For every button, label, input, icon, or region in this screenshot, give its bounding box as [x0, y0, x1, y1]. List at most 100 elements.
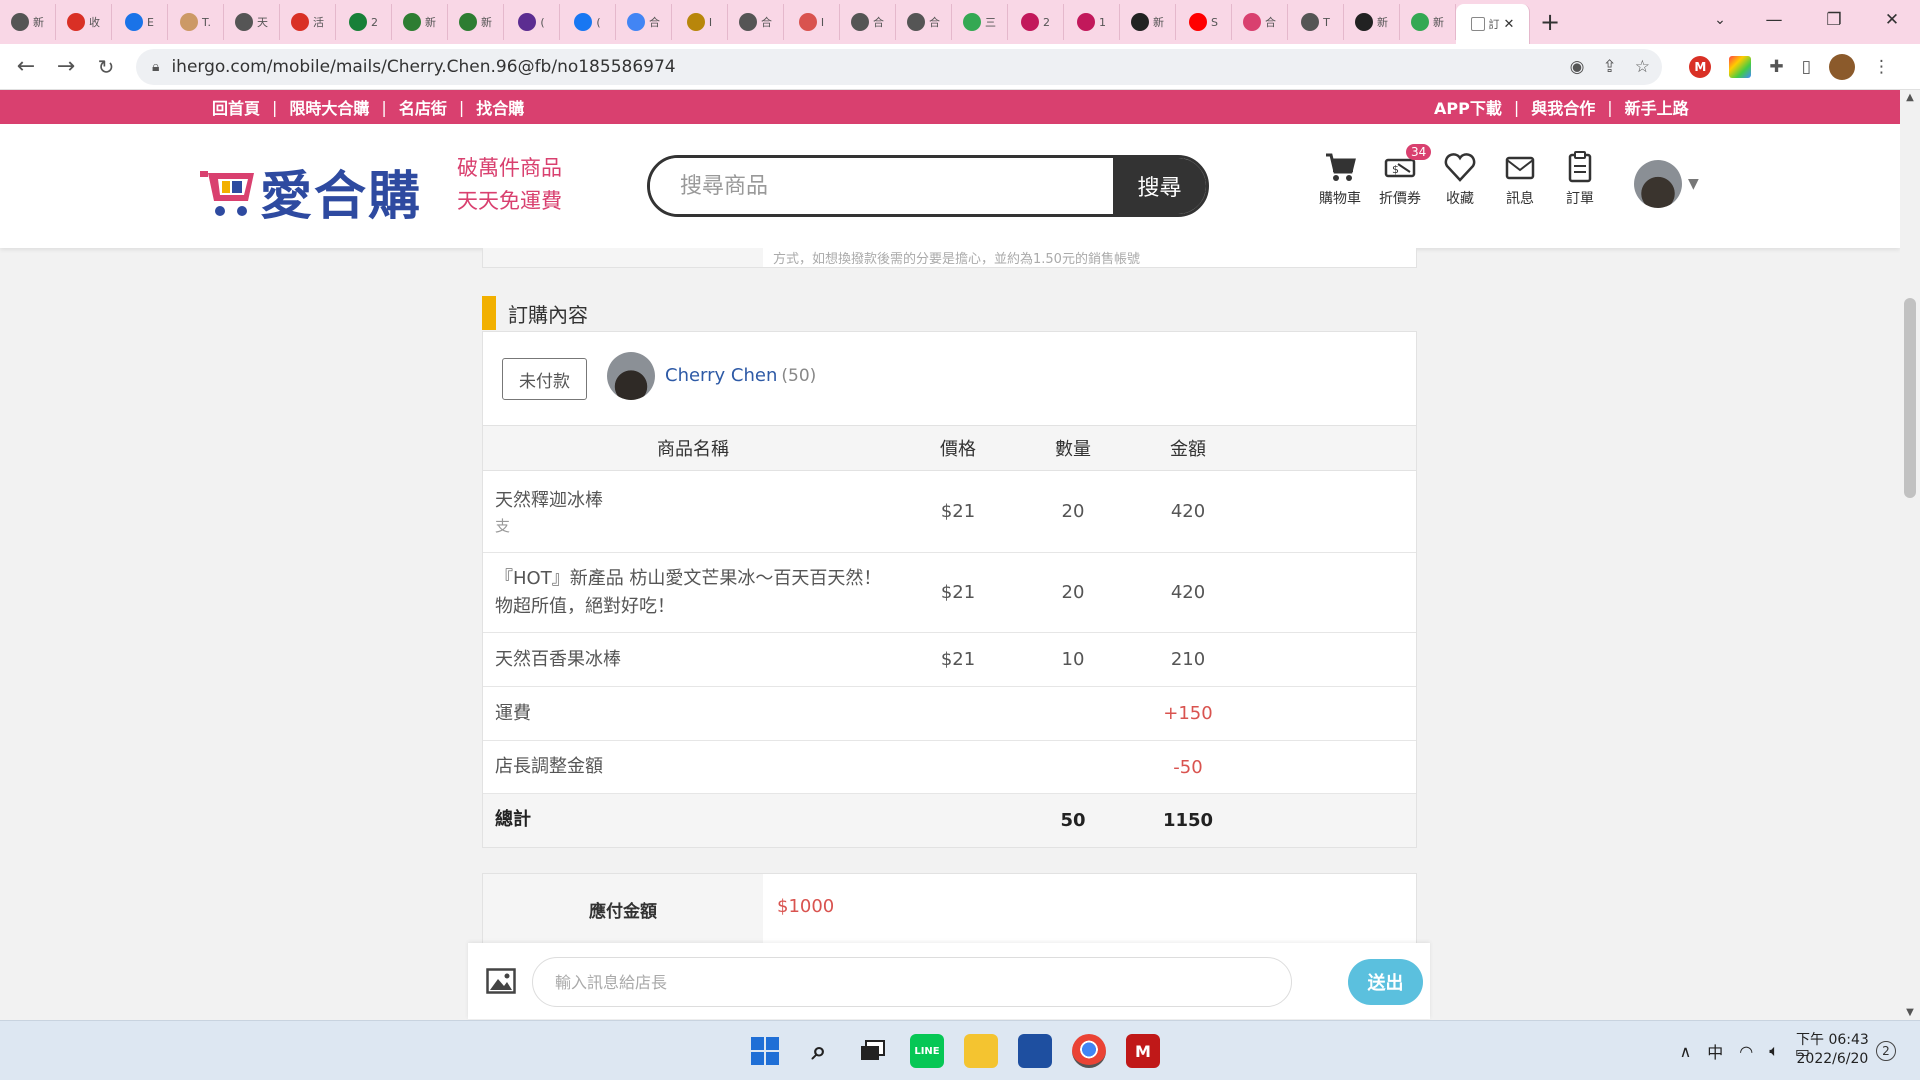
send-button[interactable]: 送出	[1348, 959, 1423, 1005]
mcafee-taskbar-icon[interactable]: M	[1126, 1034, 1160, 1068]
tab-search-chevron-icon[interactable]: ⌄	[1694, 0, 1746, 40]
side-panel-icon[interactable]: ▯	[1802, 57, 1811, 77]
site-logo[interactable]: 愛合購	[198, 154, 422, 229]
wifi-icon[interactable]: ◠	[1739, 1042, 1753, 1061]
top-nav-link[interactable]: 名店街	[399, 95, 447, 119]
browser-tab[interactable]: 活	[280, 4, 336, 40]
browser-tab[interactable]: 新	[392, 4, 448, 40]
close-tab-icon[interactable]: ✕	[1504, 17, 1515, 32]
spacer-cell	[1243, 552, 1416, 633]
scrollbar-thumb[interactable]	[1904, 298, 1916, 498]
browser-tab[interactable]: I	[784, 4, 840, 40]
tab-label: 合	[929, 16, 940, 29]
browser-tab[interactable]: 收	[56, 4, 112, 40]
messages-link[interactable]: 訊息	[1490, 150, 1550, 208]
message-input[interactable]	[532, 957, 1292, 1007]
volume-icon[interactable]: 🔈︎	[1769, 1041, 1779, 1061]
browser-tab[interactable]: T	[1288, 4, 1344, 40]
order-card: 未付款 Cherry Chen (50) 商品名稱 價格 數量 金額 天然釋迦冰棒…	[482, 331, 1417, 848]
tab-label: (	[596, 15, 601, 29]
payment-status-badge: 未付款	[502, 358, 587, 400]
user-menu-caret-icon[interactable]: ▼	[1688, 176, 1699, 192]
tab-active[interactable]: 訂 ✕	[1456, 4, 1530, 44]
top-nav-link[interactable]: 與我合作	[1531, 95, 1595, 119]
browser-tab[interactable]: 合	[616, 4, 672, 40]
browser-tab[interactable]: E	[112, 4, 168, 40]
browser-tab[interactable]: 新	[1400, 4, 1456, 40]
cart-link[interactable]: 購物車	[1310, 150, 1370, 208]
spacer-cell	[1243, 686, 1416, 741]
top-nav-link[interactable]: 新手上路	[1625, 95, 1689, 119]
restore-button[interactable]: ❐	[1808, 0, 1860, 40]
bookmark-star-icon[interactable]: ☆	[1635, 57, 1650, 77]
more-menu-icon[interactable]: ⋮	[1873, 57, 1890, 77]
buyer-link[interactable]: Cherry Chen (50)	[665, 365, 816, 386]
dark-icon	[1355, 13, 1373, 31]
mcafee-extension-icon[interactable]: M	[1689, 56, 1712, 78]
minimize-button[interactable]: —	[1748, 0, 1800, 40]
browser-tab[interactable]: 新	[448, 4, 504, 40]
close-window-button[interactable]: ✕	[1866, 0, 1918, 40]
browser-tab[interactable]: (	[560, 4, 616, 40]
top-nav-link[interactable]: 回首頁	[212, 95, 260, 119]
color-extension-icon[interactable]	[1729, 56, 1752, 78]
page-scrollbar[interactable]: ▲ ▼	[1900, 90, 1920, 1020]
top-nav-link[interactable]: APP下載	[1434, 95, 1502, 119]
adjust-label: 店長調整金額	[483, 740, 903, 794]
browser-tab[interactable]: 2	[1008, 4, 1064, 40]
browser-tab[interactable]: T.	[168, 4, 224, 40]
top-nav-link[interactable]: 限時大合購	[289, 95, 369, 119]
clock[interactable]: 下午 06:43 2022/6/20	[1796, 1031, 1869, 1069]
tab-list: 新 收 E T. 天 活 2 新 新 ((合 I 合 I 合 合 三 2 1 新 S 合 T 新 新	[0, 0, 1456, 44]
back-button[interactable]: ←	[6, 47, 46, 87]
scroll-down-icon[interactable]: ▼	[1900, 1007, 1920, 1018]
notification-badge[interactable]: 2	[1876, 1041, 1896, 1061]
search-button[interactable]: 搜尋	[1113, 158, 1206, 214]
share-icon[interactable]: ⇪	[1603, 57, 1617, 77]
file-explorer-icon[interactable]	[964, 1034, 998, 1068]
browser-tab[interactable]: 合	[1232, 4, 1288, 40]
store-icon[interactable]	[1018, 1034, 1052, 1068]
browser-tab[interactable]: I	[672, 4, 728, 40]
browser-tab[interactable]: 新	[0, 4, 56, 40]
url-field[interactable]: 🔒︎ ihergo.com/mobile/mails/Cherry.Chen.9…	[136, 49, 1662, 85]
browser-tab[interactable]: (	[504, 4, 560, 40]
ime-indicator[interactable]: 中	[1707, 1039, 1723, 1063]
search-input[interactable]	[650, 158, 1113, 214]
buyer-avatar[interactable]	[607, 352, 655, 400]
browser-tab[interactable]: 1	[1064, 4, 1120, 40]
browser-tab[interactable]: 合	[896, 4, 952, 40]
previous-info-card: 方式，如想換撥款後需的分要是擔心，並約為1.50元的銷售帳號	[482, 248, 1417, 268]
user-avatar[interactable]	[1634, 160, 1682, 208]
coupon-link[interactable]: $ 34 折價券	[1370, 144, 1432, 208]
reload-button[interactable]: ↻	[86, 47, 126, 87]
favorites-link[interactable]: 收藏	[1430, 150, 1490, 208]
browser-tab[interactable]: 合	[728, 4, 784, 40]
chrome-taskbar-icon[interactable]	[1072, 1034, 1106, 1068]
puzzle-extensions-icon[interactable]: ✚	[1769, 57, 1783, 77]
image-upload-icon[interactable]	[486, 968, 516, 994]
previous-info-text: 方式，如想換撥款後需的分要是擔心，並約為1.50元的銷售帳號	[773, 252, 1140, 267]
maps-icon	[963, 13, 981, 31]
tab-label: 合	[873, 16, 884, 29]
browser-tab[interactable]: 新	[1344, 4, 1400, 40]
start-button[interactable]	[748, 1034, 782, 1068]
top-nav-link[interactable]: 找合購	[476, 95, 524, 119]
task-view-icon[interactable]	[856, 1034, 890, 1068]
new-tab-button[interactable]: +	[1530, 4, 1570, 40]
browser-tab[interactable]: S	[1176, 4, 1232, 40]
browser-tab[interactable]: 2	[336, 4, 392, 40]
forward-button[interactable]: →	[46, 47, 86, 87]
line-app-icon[interactable]: LINE	[910, 1034, 944, 1068]
browser-tab[interactable]: 三	[952, 4, 1008, 40]
tray-expand-icon[interactable]: ∧	[1680, 1042, 1692, 1061]
orders-link[interactable]: 訂單	[1550, 150, 1610, 208]
profile-avatar-icon[interactable]	[1829, 54, 1855, 80]
scroll-up-icon[interactable]: ▲	[1900, 92, 1920, 103]
browser-tab[interactable]: 合	[840, 4, 896, 40]
search-taskbar-icon[interactable]: ⌕	[802, 1034, 836, 1068]
tab-label: T.	[202, 15, 211, 29]
browser-tab[interactable]: 天	[224, 4, 280, 40]
browser-tab[interactable]: 新	[1120, 4, 1176, 40]
tracking-protection-icon[interactable]: ◉	[1570, 57, 1585, 77]
